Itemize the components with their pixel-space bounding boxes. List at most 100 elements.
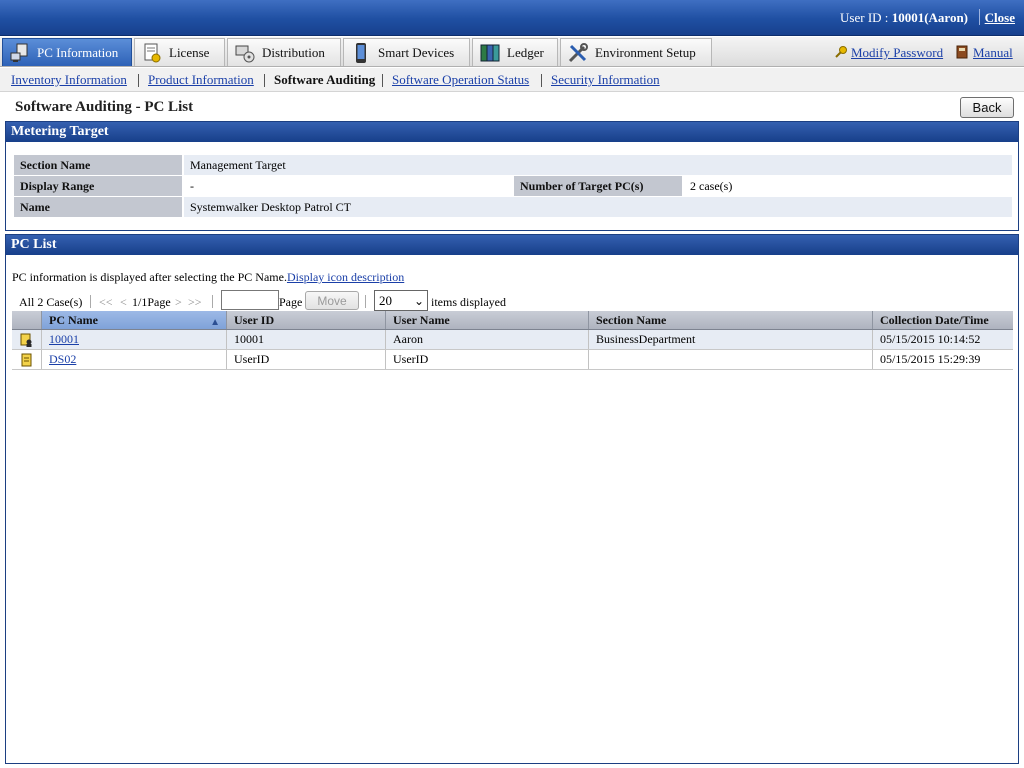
pc-list-panel: PC List PC information is displayed afte… [5, 234, 1019, 764]
user-name-cell: Aaron [386, 330, 589, 349]
smartphone-icon [356, 42, 366, 63]
subnav-inventory-information[interactable]: Inventory Information [11, 72, 127, 88]
row-icon-cell [12, 350, 42, 369]
tab-environment-setup[interactable]: Environment Setup [560, 38, 712, 66]
subnav-divider [138, 74, 139, 87]
col-header-user-id[interactable]: User ID [227, 311, 386, 329]
next-page-link[interactable]: > [175, 295, 182, 310]
icon-column-header [12, 311, 42, 329]
collection-date-cell: 05/15/2015 15:29:39 [880, 352, 981, 366]
tab-smart-devices[interactable]: Smart Devices [343, 38, 470, 66]
prev-page-link[interactable]: < [120, 295, 127, 310]
pc-name-link[interactable]: 10001 [49, 332, 79, 346]
tab-pc-information[interactable]: PC Information [2, 38, 132, 66]
pc-user-icon [20, 333, 32, 347]
user-name-cell: UserID [386, 350, 589, 369]
page-label: Page [279, 295, 303, 309]
pc-table: PC Name ▲︎ User ID User Name Section Nam… [12, 311, 1013, 370]
subnav-divider [264, 74, 265, 87]
col-header-user-name[interactable]: User Name [386, 311, 589, 329]
sort-ascending-icon: ▲︎ [210, 317, 220, 328]
tab-label: Distribution [262, 44, 325, 60]
display-range-row: Display Range - Number of Target PC(s) 2… [14, 176, 1012, 196]
manual-link[interactable]: Manual [973, 45, 1013, 61]
page-number-input[interactable] [221, 290, 279, 310]
user-id-label: User ID : 10001(Aaron) [840, 10, 968, 25]
items-per-page-select[interactable]: 20 ⌄ [374, 290, 428, 311]
subnav-security-information[interactable]: Security Information [551, 72, 660, 88]
column-label: PC Name [49, 313, 98, 327]
field-value: Management Target [184, 155, 1012, 175]
license-icon [144, 43, 161, 62]
col-header-pc-name[interactable]: PC Name ▲︎ [42, 311, 227, 329]
move-button[interactable]: Move [305, 291, 359, 310]
subnav-product-information[interactable]: Product Information [148, 72, 254, 88]
pager: All 2 Case(s) << < 1/1Page > >> Page Mov… [19, 290, 619, 312]
icon-description-link[interactable]: Display icon description [287, 270, 404, 284]
section-name-cell: BusinessDepartment [589, 330, 873, 349]
row-icon-cell [12, 330, 42, 349]
subnav-divider [382, 74, 383, 87]
table-header-row: PC Name ▲︎ User ID User Name Section Nam… [12, 311, 1013, 330]
tab-label: Smart Devices [378, 44, 455, 60]
sub-navigation: Inventory Information Product Informatio… [0, 68, 1024, 92]
user-id-cell: 10001 [227, 330, 386, 349]
field-value: 2 case(s) [684, 176, 1012, 196]
field-label: Section Name [14, 155, 182, 175]
column-label: User Name [393, 313, 450, 327]
col-header-collection-date[interactable]: Collection Date/Time [873, 311, 1013, 329]
first-page-link[interactable]: << [99, 295, 113, 310]
metering-target-panel: Metering Target Section Name Management … [5, 121, 1019, 231]
manual-icon [956, 45, 968, 59]
pc-icon [21, 353, 32, 367]
main-tab-bar: PC Information License Distribution Smar… [0, 37, 1024, 67]
tab-distribution[interactable]: Distribution [227, 38, 341, 66]
section-name-row: Section Name Management Target [14, 155, 1012, 175]
field-value: - [184, 176, 512, 196]
column-label: Collection Date/Time [880, 313, 989, 327]
info-text: PC information is displayed after select… [12, 270, 404, 285]
section-name-cell [589, 350, 873, 369]
pager-divider [90, 295, 91, 308]
back-button[interactable]: Back [960, 97, 1014, 118]
tab-label: Ledger [507, 44, 544, 60]
pager-divider [365, 295, 366, 308]
column-label: User ID [234, 313, 275, 327]
field-value: Systemwalker Desktop Patrol CT [184, 197, 1012, 217]
ledger-icon [480, 44, 500, 61]
tab-label: License [169, 44, 210, 60]
close-link[interactable]: Close [985, 10, 1015, 26]
tab-label: Environment Setup [595, 44, 696, 60]
selected-value: 20 [379, 293, 392, 308]
subnav-software-operation-status[interactable]: Software Operation Status [392, 72, 529, 88]
page-title: Software Auditing - PC List [15, 99, 194, 115]
pc-name-cell: DS02 [42, 350, 227, 369]
chevron-down-icon: ⌄ [413, 294, 424, 308]
info-message: PC information is displayed after select… [12, 270, 287, 284]
subnav-software-auditing[interactable]: Software Auditing [274, 72, 375, 88]
key-icon [835, 46, 847, 58]
modify-password-link[interactable]: Modify Password [851, 45, 943, 61]
column-label: Section Name [596, 313, 667, 327]
total-count: All 2 Case(s) [19, 295, 83, 309]
col-header-section-name[interactable]: Section Name [589, 311, 873, 329]
field-label: Display Range [14, 176, 182, 196]
tab-license[interactable]: License [134, 38, 225, 66]
user-id-cell: UserID [227, 350, 386, 369]
field-label: Name [14, 197, 182, 217]
table-row: 10001 10001 Aaron BusinessDepartment 05/… [12, 330, 1013, 350]
pc-icon [10, 43, 28, 62]
pc-name-link[interactable]: DS02 [49, 352, 76, 366]
table-row: DS02 UserID UserID 05/15/2015 15:29:39 [12, 350, 1013, 370]
subnav-divider [541, 74, 542, 87]
distribution-icon [235, 45, 255, 62]
collection-date-cell: 05/15/2015 10:14:52 [880, 332, 981, 346]
pager-divider [212, 295, 213, 308]
panel-header: Metering Target [6, 122, 1018, 142]
last-page-link[interactable]: >> [188, 295, 202, 310]
tab-ledger[interactable]: Ledger [472, 38, 558, 66]
top-header: User ID : 10001(Aaron) Close [0, 0, 1024, 36]
header-divider [979, 9, 980, 25]
panel-header: PC List [6, 235, 1018, 255]
tab-label: PC Information [37, 44, 119, 60]
